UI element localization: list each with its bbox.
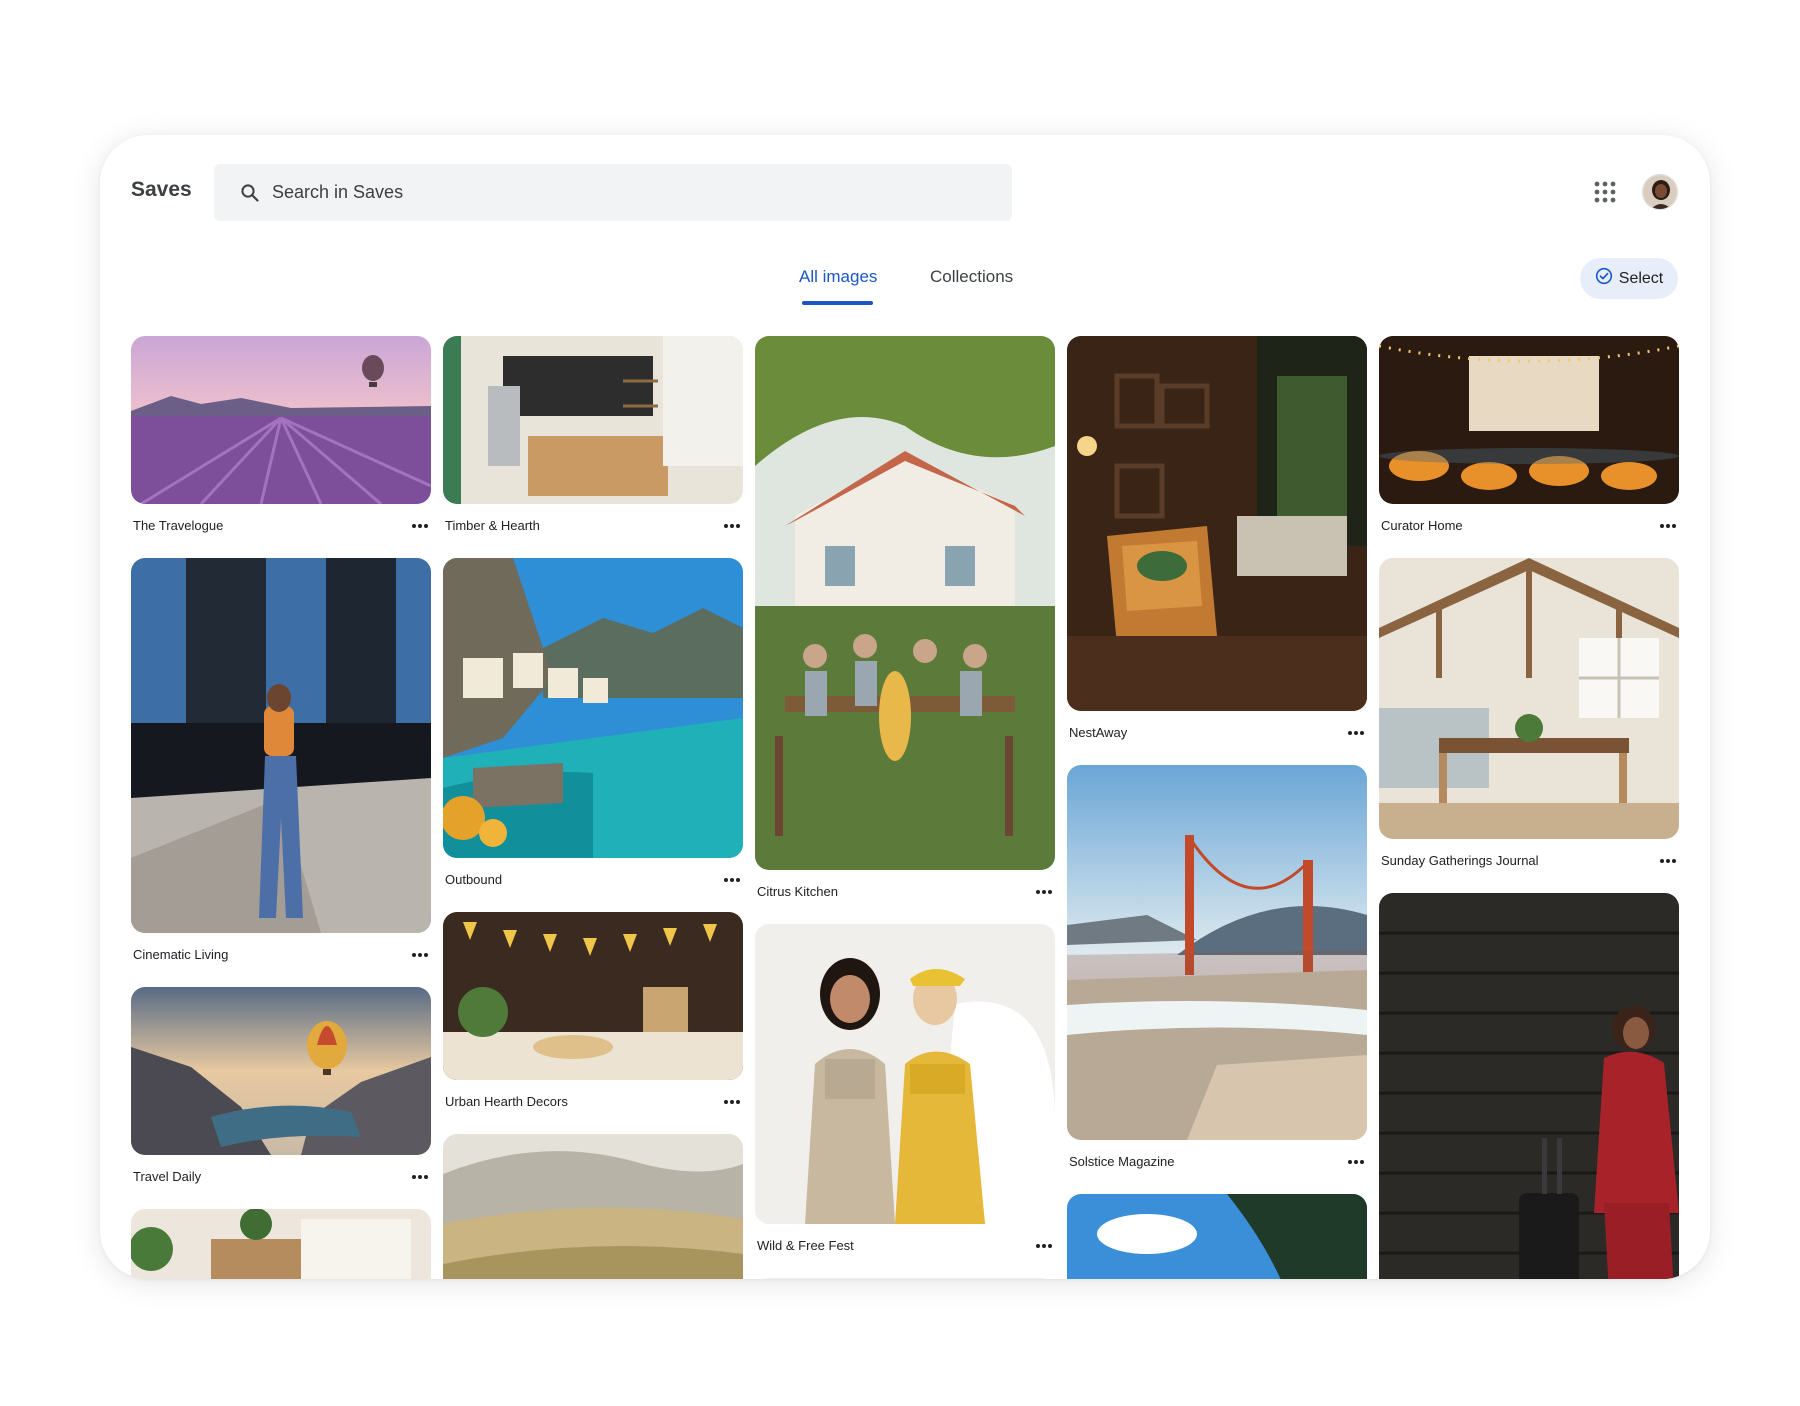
card-image-hills[interactable] (443, 1134, 743, 1279)
stage: Saves Search in Saves All images Collect… (0, 0, 1800, 1406)
tab-all-images[interactable]: All images (799, 267, 877, 287)
card-meta: Timber & Hearth (443, 504, 743, 558)
saved-image-card[interactable] (443, 1134, 743, 1279)
more-horizontal-icon[interactable] (411, 523, 429, 529)
more-horizontal-icon[interactable] (723, 1099, 741, 1105)
saved-image-card[interactable]: Citrus Kitchen (755, 336, 1055, 924)
card-title: Solstice Magazine (1069, 1154, 1175, 1169)
search-bar[interactable]: Search in Saves (214, 164, 1012, 221)
saved-image-card[interactable]: Urban Hearth Decors (443, 912, 743, 1134)
more-horizontal-icon[interactable] (1035, 889, 1053, 895)
card-title: Sunday Gatherings Journal (1381, 853, 1539, 868)
saved-image-card[interactable] (131, 1209, 431, 1279)
more-horizontal-icon[interactable] (1035, 1243, 1053, 1249)
saved-image-card[interactable]: Outbound (443, 558, 743, 912)
card-meta: Urban Hearth Decors (443, 1080, 743, 1134)
card-meta: Travel Daily (131, 1155, 431, 1209)
saves-window: Saves Search in Saves All images Collect… (100, 135, 1710, 1279)
card-title: Timber & Hearth (445, 518, 540, 533)
more-horizontal-icon[interactable] (1347, 730, 1365, 736)
saved-image-card[interactable]: The Travelogue (131, 336, 431, 558)
grid-column-2: Timber & Hearth Outbound Urban Hearth De… (443, 336, 743, 1279)
more-horizontal-icon[interactable] (411, 952, 429, 958)
card-title: The Travelogue (133, 518, 224, 533)
saved-image-card[interactable]: Curator Home (1379, 336, 1679, 558)
grid-column-3: Citrus Kitchen Wild & Free Fest (755, 336, 1055, 1279)
app-title: Saves (131, 178, 192, 201)
card-image-cozy-room[interactable] (1067, 336, 1367, 711)
grid-column-4: NestAway Solstice Magazine (1067, 336, 1367, 1279)
image-grid: The Travelogue Cinematic Living Travel D… (131, 336, 1681, 1279)
card-image-lavender[interactable] (131, 336, 431, 504)
card-meta: Curator Home (1379, 504, 1679, 558)
card-image-kitchen[interactable] (443, 336, 743, 504)
saved-image-card[interactable]: Solstice Magazine (1067, 765, 1367, 1194)
select-label: Select (1618, 269, 1664, 287)
more-horizontal-icon[interactable] (1659, 523, 1677, 529)
card-meta: The Travelogue (131, 504, 431, 558)
card-meta: NestAway (1067, 711, 1367, 765)
card-title: Wild & Free Fest (757, 1238, 854, 1253)
more-horizontal-icon[interactable] (723, 523, 741, 529)
card-image-balloon-canyon[interactable] (131, 987, 431, 1155)
avatar[interactable] (1642, 174, 1678, 210)
card-title: Outbound (445, 872, 503, 887)
search-input[interactable]: Search in Saves (272, 182, 403, 203)
card-meta: Solstice Magazine (1067, 1140, 1367, 1194)
grid-column-1: The Travelogue Cinematic Living Travel D… (131, 336, 431, 1279)
card-title: NestAway (1069, 725, 1128, 740)
card-image-partial[interactable] (755, 1278, 1055, 1279)
card-image-plants-room[interactable] (131, 1209, 431, 1279)
tab-collections[interactable]: Collections (930, 267, 1013, 287)
saved-image-card[interactable] (755, 1278, 1055, 1279)
card-image-festival-friends[interactable] (755, 924, 1055, 1224)
saved-image-card[interactable]: Cinematic Living (131, 558, 431, 987)
more-horizontal-icon[interactable] (1347, 1159, 1365, 1165)
card-image-coast-village[interactable] (443, 558, 743, 858)
more-horizontal-icon[interactable] (723, 877, 741, 883)
card-meta: Sunday Gatherings Journal (1379, 839, 1679, 893)
saved-image-card[interactable]: Wild & Free Fest (755, 924, 1055, 1278)
card-image-backyard-dinner[interactable] (755, 336, 1055, 870)
card-meta: Citrus Kitchen (755, 870, 1055, 924)
card-image-traveler-woman[interactable] (1379, 893, 1679, 1279)
card-image-sky-tree[interactable] (1067, 1194, 1367, 1279)
saved-image-card[interactable] (1379, 893, 1679, 1279)
check-circle-icon (1595, 267, 1613, 290)
card-title: Citrus Kitchen (757, 884, 838, 899)
card-title: Cinematic Living (133, 947, 229, 962)
grid-column-5: Curator Home Sunday Gatherings Journal (1379, 336, 1679, 1279)
more-horizontal-icon[interactable] (1659, 858, 1677, 864)
apps-grid-icon[interactable] (1592, 179, 1618, 205)
card-title: Urban Hearth Decors (445, 1094, 568, 1109)
card-image-garden-party[interactable] (443, 912, 743, 1080)
card-meta: Cinematic Living (131, 933, 431, 987)
card-title: Travel Daily (133, 1169, 202, 1184)
active-tab-indicator (802, 301, 873, 305)
saved-image-card[interactable]: Timber & Hearth (443, 336, 743, 558)
card-image-golden-gate[interactable] (1067, 765, 1367, 1140)
saved-image-card[interactable]: Travel Daily (131, 987, 431, 1209)
card-image-outdoor-cinema[interactable] (1379, 336, 1679, 504)
card-meta: Outbound (443, 858, 743, 912)
card-title: Curator Home (1381, 518, 1463, 533)
saved-image-card[interactable]: NestAway (1067, 336, 1367, 765)
saved-image-card[interactable] (1067, 1194, 1367, 1279)
card-image-farmhouse-kitchen[interactable] (1379, 558, 1679, 839)
saved-image-card[interactable]: Sunday Gatherings Journal (1379, 558, 1679, 893)
select-button[interactable]: Select (1580, 258, 1678, 299)
search-icon (240, 183, 260, 203)
card-image-city-woman[interactable] (131, 558, 431, 933)
more-horizontal-icon[interactable] (411, 1174, 429, 1180)
card-meta: Wild & Free Fest (755, 1224, 1055, 1278)
